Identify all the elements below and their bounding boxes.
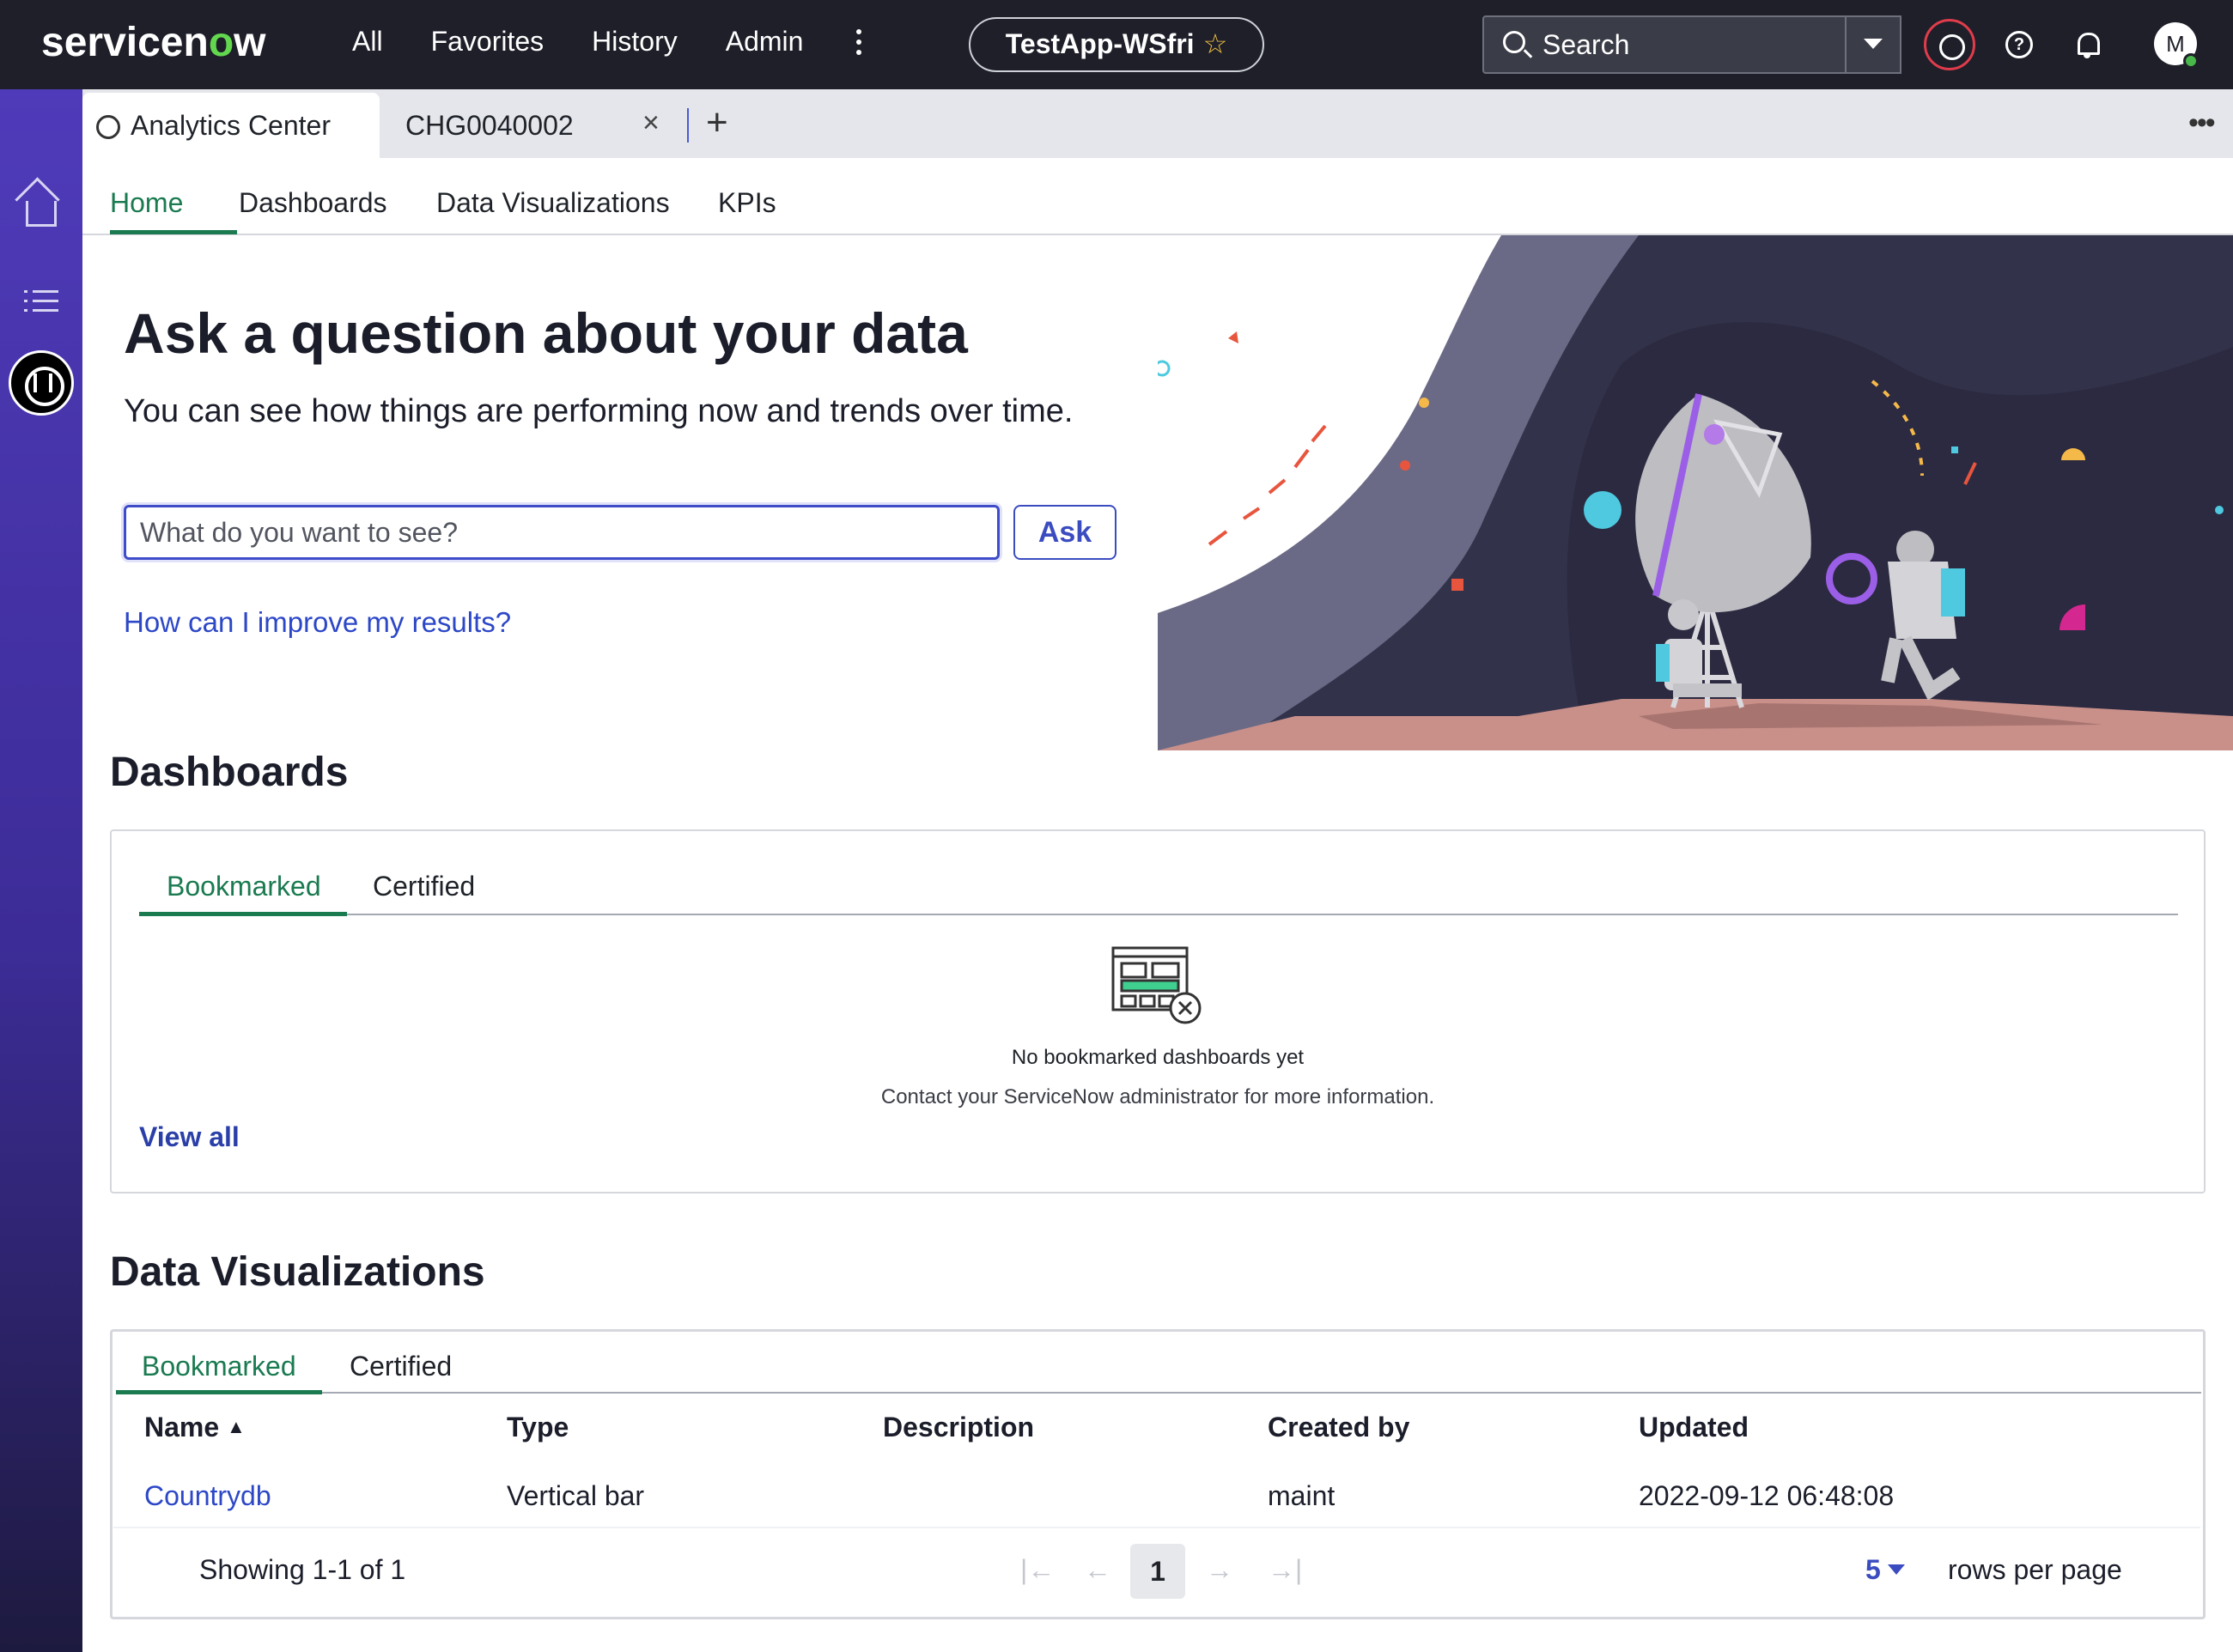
- hero-illustration: [1158, 235, 2233, 750]
- tab-bookmarked[interactable]: Bookmarked: [142, 1351, 296, 1382]
- ask-button[interactable]: Ask: [1013, 505, 1116, 560]
- nav-admin[interactable]: Admin: [726, 26, 804, 58]
- more-icon[interactable]: •••: [2188, 106, 2216, 140]
- global-search[interactable]: Search: [1482, 15, 1901, 74]
- last-page-icon[interactable]: →|: [1268, 1554, 1302, 1586]
- page-number[interactable]: 1: [1130, 1544, 1185, 1599]
- top-nav: All Favorites History Admin: [352, 26, 851, 58]
- rows-per-page-select[interactable]: 5: [1865, 1554, 1881, 1586]
- nav-favorites[interactable]: Favorites: [431, 26, 545, 58]
- next-page-icon[interactable]: →: [1206, 1554, 1233, 1586]
- improve-results-link[interactable]: How can I improve my results?: [124, 606, 511, 639]
- tab-divider: [687, 108, 689, 143]
- dashboards-card: Bookmarked Certified: [110, 829, 2206, 1193]
- home-icon[interactable]: [26, 201, 57, 227]
- search-icon: [1503, 31, 1525, 53]
- logo-text-end: w: [234, 20, 266, 65]
- analytics-icon[interactable]: [9, 350, 74, 416]
- dashboards-section-title: Dashboards: [110, 750, 349, 795]
- first-page-icon[interactable]: |←: [1020, 1554, 1055, 1586]
- row-name-link[interactable]: Countrydb: [144, 1480, 271, 1512]
- table-row-divider: [113, 1527, 2200, 1528]
- sort-asc-icon[interactable]: ▲: [227, 1416, 246, 1437]
- question-input[interactable]: [124, 505, 1000, 560]
- tab-dashboards[interactable]: Dashboards: [239, 187, 387, 219]
- active-tab-indicator: [110, 230, 237, 234]
- top-header: servicenow All Favorites History Admin T…: [0, 0, 2233, 89]
- column-header-updated[interactable]: Updated: [1639, 1412, 1749, 1443]
- visualizations-section-title: Data Visualizations: [110, 1249, 485, 1295]
- empty-state-message: Contact your ServiceNow administrator fo…: [880, 1085, 1435, 1108]
- close-icon[interactable]: ×: [642, 106, 660, 140]
- column-header-label: Name: [144, 1412, 220, 1442]
- page-title: Ask a question about your data: [124, 301, 968, 365]
- add-tab-icon[interactable]: +: [706, 101, 728, 144]
- column-header-type[interactable]: Type: [507, 1412, 569, 1443]
- search-scope-dropdown[interactable]: [1845, 15, 1901, 74]
- tab-home[interactable]: Home: [110, 187, 183, 219]
- empty-state-title: No bookmarked dashboards yet: [1011, 1046, 1305, 1069]
- nav-all[interactable]: All: [352, 26, 383, 58]
- page-subtitle: You can see how things are performing no…: [124, 393, 1074, 429]
- list-icon[interactable]: [24, 290, 58, 314]
- bell-icon[interactable]: [2061, 19, 2113, 70]
- tab-label: Analytics Center: [131, 110, 331, 141]
- column-header-name[interactable]: Name ▲: [144, 1412, 246, 1443]
- view-all-link[interactable]: View all: [139, 1121, 240, 1153]
- row-updated: 2022-09-12 06:48:08: [1639, 1480, 1895, 1511]
- dashboards-tabs: Bookmarked Certified: [139, 859, 2178, 916]
- tab-analytics-center[interactable]: Analytics Center: [82, 93, 380, 158]
- presence-dot: [2183, 53, 2199, 69]
- tab-certified[interactable]: Certified: [350, 1351, 452, 1382]
- visualizations-tabs: Bookmarked Certified: [116, 1332, 2201, 1394]
- column-header-created-by[interactable]: Created by: [1268, 1412, 1409, 1443]
- active-tab-indicator: [116, 1390, 322, 1394]
- tab-certified[interactable]: Certified: [373, 871, 475, 902]
- tab-bookmarked[interactable]: Bookmarked: [167, 871, 321, 902]
- nav-history[interactable]: History: [592, 26, 678, 58]
- row-type: Vertical bar: [507, 1480, 645, 1511]
- column-header-description[interactable]: Description: [883, 1412, 1034, 1443]
- tab-strip: Analytics Center CHG0040002 × + •••: [82, 89, 2233, 158]
- tab-chg0040002[interactable]: CHG0040002: [405, 110, 574, 142]
- tab-kpis[interactable]: KPIs: [718, 187, 776, 219]
- dashboard-empty-icon: [1111, 946, 1202, 1024]
- search-placeholder: Search: [1542, 29, 1630, 60]
- left-rail: [0, 89, 82, 1652]
- tab-data-visualizations[interactable]: Data Visualizations: [436, 187, 670, 219]
- sub-nav: Home Dashboards Data Visualizations KPIs: [82, 158, 2233, 235]
- servicenow-logo[interactable]: servicenow: [41, 19, 265, 66]
- more-menu-icon[interactable]: [852, 26, 866, 64]
- active-tab-indicator: [139, 912, 347, 916]
- pagination-summary: Showing 1-1 of 1: [199, 1554, 406, 1585]
- help-icon[interactable]: [1993, 19, 2044, 70]
- row-created-by: maint: [1268, 1480, 1336, 1511]
- star-icon[interactable]: ☆: [1203, 28, 1228, 59]
- logo-text: servicen: [41, 20, 209, 65]
- analytics-tab-icon: [96, 115, 120, 139]
- globe-icon[interactable]: [1924, 19, 1975, 70]
- logo-text-o: o: [208, 20, 234, 65]
- rows-per-page-label: rows per page: [1948, 1554, 2122, 1585]
- app-scope-pill[interactable]: TestApp-WSfri ☆: [969, 17, 1264, 72]
- chevron-down-icon[interactable]: [1888, 1564, 1905, 1575]
- prev-page-icon[interactable]: ←: [1084, 1554, 1111, 1586]
- app-scope-name: TestApp-WSfri: [1005, 28, 1195, 59]
